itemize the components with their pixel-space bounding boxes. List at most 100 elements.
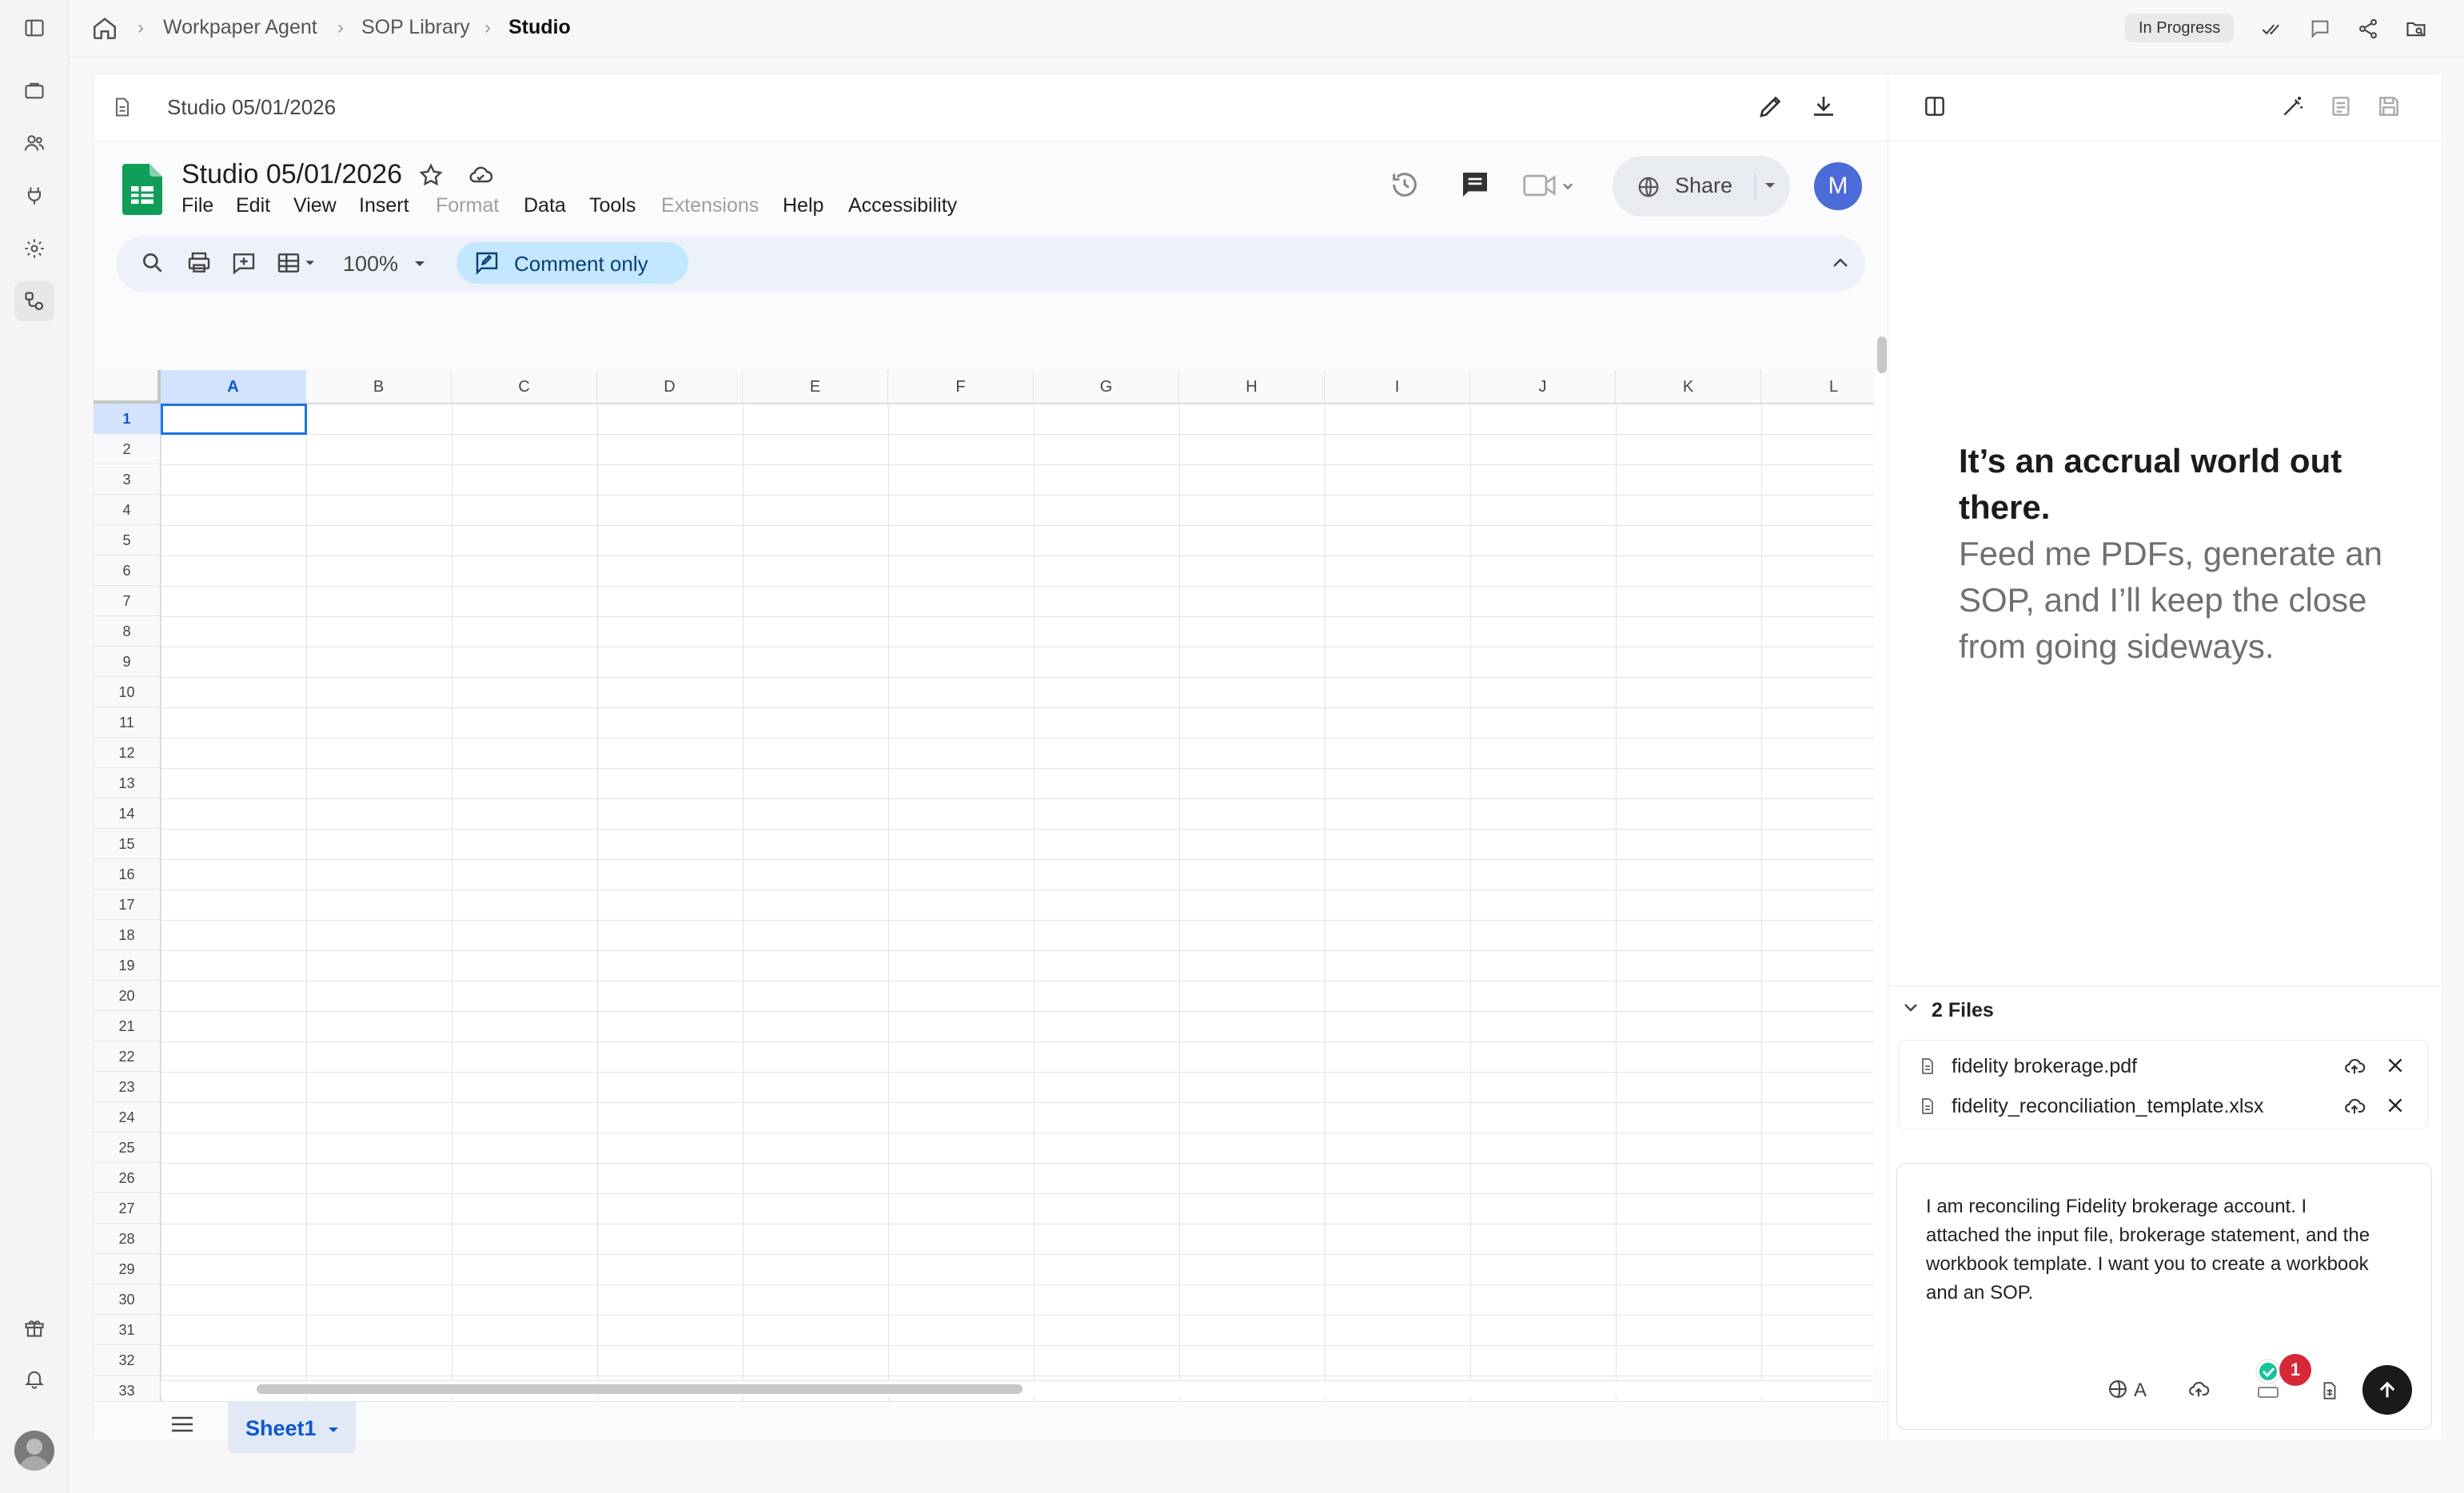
row-header[interactable]: 20: [94, 981, 161, 1011]
row-header[interactable]: 6: [94, 555, 161, 586]
cloud-upload-icon[interactable]: [2343, 1055, 2366, 1077]
row-header[interactable]: 24: [94, 1102, 161, 1133]
row-header[interactable]: 22: [94, 1041, 161, 1072]
breadcrumb-item[interactable]: SOP Library: [361, 16, 470, 39]
sidebar-toggle-icon[interactable]: [14, 8, 54, 48]
row-header[interactable]: 26: [94, 1163, 161, 1193]
column-header[interactable]: G: [1034, 370, 1179, 404]
row-header[interactable]: 27: [94, 1193, 161, 1224]
send-button[interactable]: [2362, 1365, 2412, 1415]
menu-tools[interactable]: Tools: [589, 194, 636, 217]
breadcrumb-item[interactable]: Workpaper Agent: [163, 16, 317, 39]
row-header[interactable]: 32: [94, 1345, 161, 1376]
row-header[interactable]: 23: [94, 1072, 161, 1102]
download-icon[interactable]: [1809, 92, 1838, 121]
row-header[interactable]: 1: [94, 404, 161, 434]
column-header[interactable]: F: [888, 370, 1034, 404]
cloud-upload-icon[interactable]: [2343, 1095, 2366, 1117]
row-header[interactable]: 19: [94, 950, 161, 981]
comments-icon[interactable]: [1459, 169, 1491, 201]
edit-icon[interactable]: [1756, 92, 1785, 121]
column-header[interactable]: C: [452, 370, 597, 404]
row-header[interactable]: 14: [94, 798, 161, 829]
spreadsheet-grid[interactable]: ABCDEFGHIJKL 1 2 3 4 5 6 7 8 9 10 11 12 13 14 15 16 17 18…: [94, 370, 1907, 1436]
row-header[interactable]: 2: [94, 434, 161, 464]
column-header[interactable]: I: [1325, 370, 1470, 404]
cell-area[interactable]: [161, 404, 1873, 1435]
files-section-header[interactable]: 2 Files: [1888, 985, 2442, 1027]
row-header[interactable]: 11: [94, 707, 161, 738]
column-header[interactable]: E: [743, 370, 888, 404]
chevron-down-icon[interactable]: [1903, 1002, 1919, 1013]
panel-toggle-icon[interactable]: [1922, 94, 1948, 119]
menu-insert[interactable]: Insert: [359, 194, 409, 217]
sheet-title[interactable]: Studio 05/01/2026: [181, 159, 402, 190]
column-header[interactable]: K: [1616, 370, 1761, 404]
comment-icon[interactable]: [2304, 13, 2336, 45]
column-header[interactable]: D: [597, 370, 743, 404]
row-header[interactable]: 17: [94, 890, 161, 920]
plug-icon[interactable]: [14, 176, 54, 216]
history-icon[interactable]: [1389, 169, 1421, 201]
file-name[interactable]: fidelity brokerage.pdf: [1952, 1055, 2137, 1078]
message-composer[interactable]: I am reconciling Fidelity brokerage acco…: [1896, 1163, 2432, 1430]
row-header[interactable]: 5: [94, 525, 161, 555]
menu-data[interactable]: Data: [524, 194, 566, 217]
row-header[interactable]: 25: [94, 1133, 161, 1163]
user-avatar[interactable]: M: [1814, 162, 1862, 210]
menu-file[interactable]: File: [181, 194, 213, 217]
row-header[interactable]: 30: [94, 1284, 161, 1315]
table-format-icon[interactable]: [276, 250, 321, 276]
double-check-icon[interactable]: [2256, 13, 2288, 45]
users-icon[interactable]: [14, 123, 54, 163]
column-header[interactable]: J: [1470, 370, 1616, 404]
menu-view[interactable]: View: [293, 194, 337, 217]
close-icon[interactable]: [2385, 1055, 2406, 1076]
avatar[interactable]: [14, 1431, 54, 1471]
sheet-tab[interactable]: Sheet1: [228, 1402, 356, 1453]
column-header[interactable]: A: [161, 370, 306, 404]
chevron-down-icon[interactable]: [1764, 181, 1776, 189]
row-header[interactable]: 3: [94, 464, 161, 495]
row-header[interactable]: 31: [94, 1315, 161, 1345]
horizontal-scrollbar[interactable]: [161, 1380, 1873, 1396]
message-input[interactable]: I am reconciling Fidelity brokerage acco…: [1926, 1192, 2374, 1308]
row-header[interactable]: 9: [94, 647, 161, 677]
row-header[interactable]: 4: [94, 495, 161, 525]
row-header[interactable]: 29: [94, 1254, 161, 1284]
scrollbar-thumb[interactable]: [1877, 336, 1887, 373]
print-icon[interactable]: [186, 250, 212, 276]
row-header[interactable]: 21: [94, 1011, 161, 1041]
row-header[interactable]: 15: [94, 829, 161, 859]
share-button[interactable]: Share: [1613, 156, 1790, 217]
menu-edit[interactable]: Edit: [236, 194, 270, 217]
translate-icon[interactable]: [2107, 1378, 2129, 1400]
star-icon[interactable]: [418, 162, 444, 188]
meet-icon[interactable]: [1523, 170, 1577, 201]
close-icon[interactable]: [2385, 1095, 2406, 1116]
column-header[interactable]: B: [306, 370, 452, 404]
gear-icon[interactable]: [14, 229, 54, 269]
row-header[interactable]: 16: [94, 859, 161, 890]
row-header[interactable]: 10: [94, 677, 161, 707]
briefcase-icon[interactable]: [14, 70, 54, 110]
selected-cell[interactable]: [161, 404, 307, 435]
chevron-down-icon[interactable]: [327, 1426, 340, 1434]
share-icon[interactable]: [2352, 13, 2384, 45]
magic-wand-icon[interactable]: [2280, 94, 2306, 119]
comment-only-mode-button[interactable]: Comment only: [457, 242, 688, 284]
row-header[interactable]: 7: [94, 586, 161, 616]
search-icon[interactable]: [140, 250, 165, 276]
row-header[interactable]: 8: [94, 616, 161, 647]
sheet-file-icon[interactable]: [2319, 1380, 2340, 1402]
row-header[interactable]: 12: [94, 738, 161, 768]
vertical-scrollbar[interactable]: [1875, 336, 1888, 1368]
grammar-assistant-icon[interactable]: [2252, 1356, 2284, 1400]
zoom-select[interactable]: 100%: [343, 252, 398, 277]
scrollbar-thumb[interactable]: [257, 1384, 1023, 1394]
workflow-icon[interactable]: [14, 281, 54, 321]
row-header[interactable]: 28: [94, 1224, 161, 1254]
row-header[interactable]: 13: [94, 768, 161, 798]
bell-icon[interactable]: [14, 1359, 54, 1399]
upload-icon[interactable]: [2187, 1378, 2211, 1400]
